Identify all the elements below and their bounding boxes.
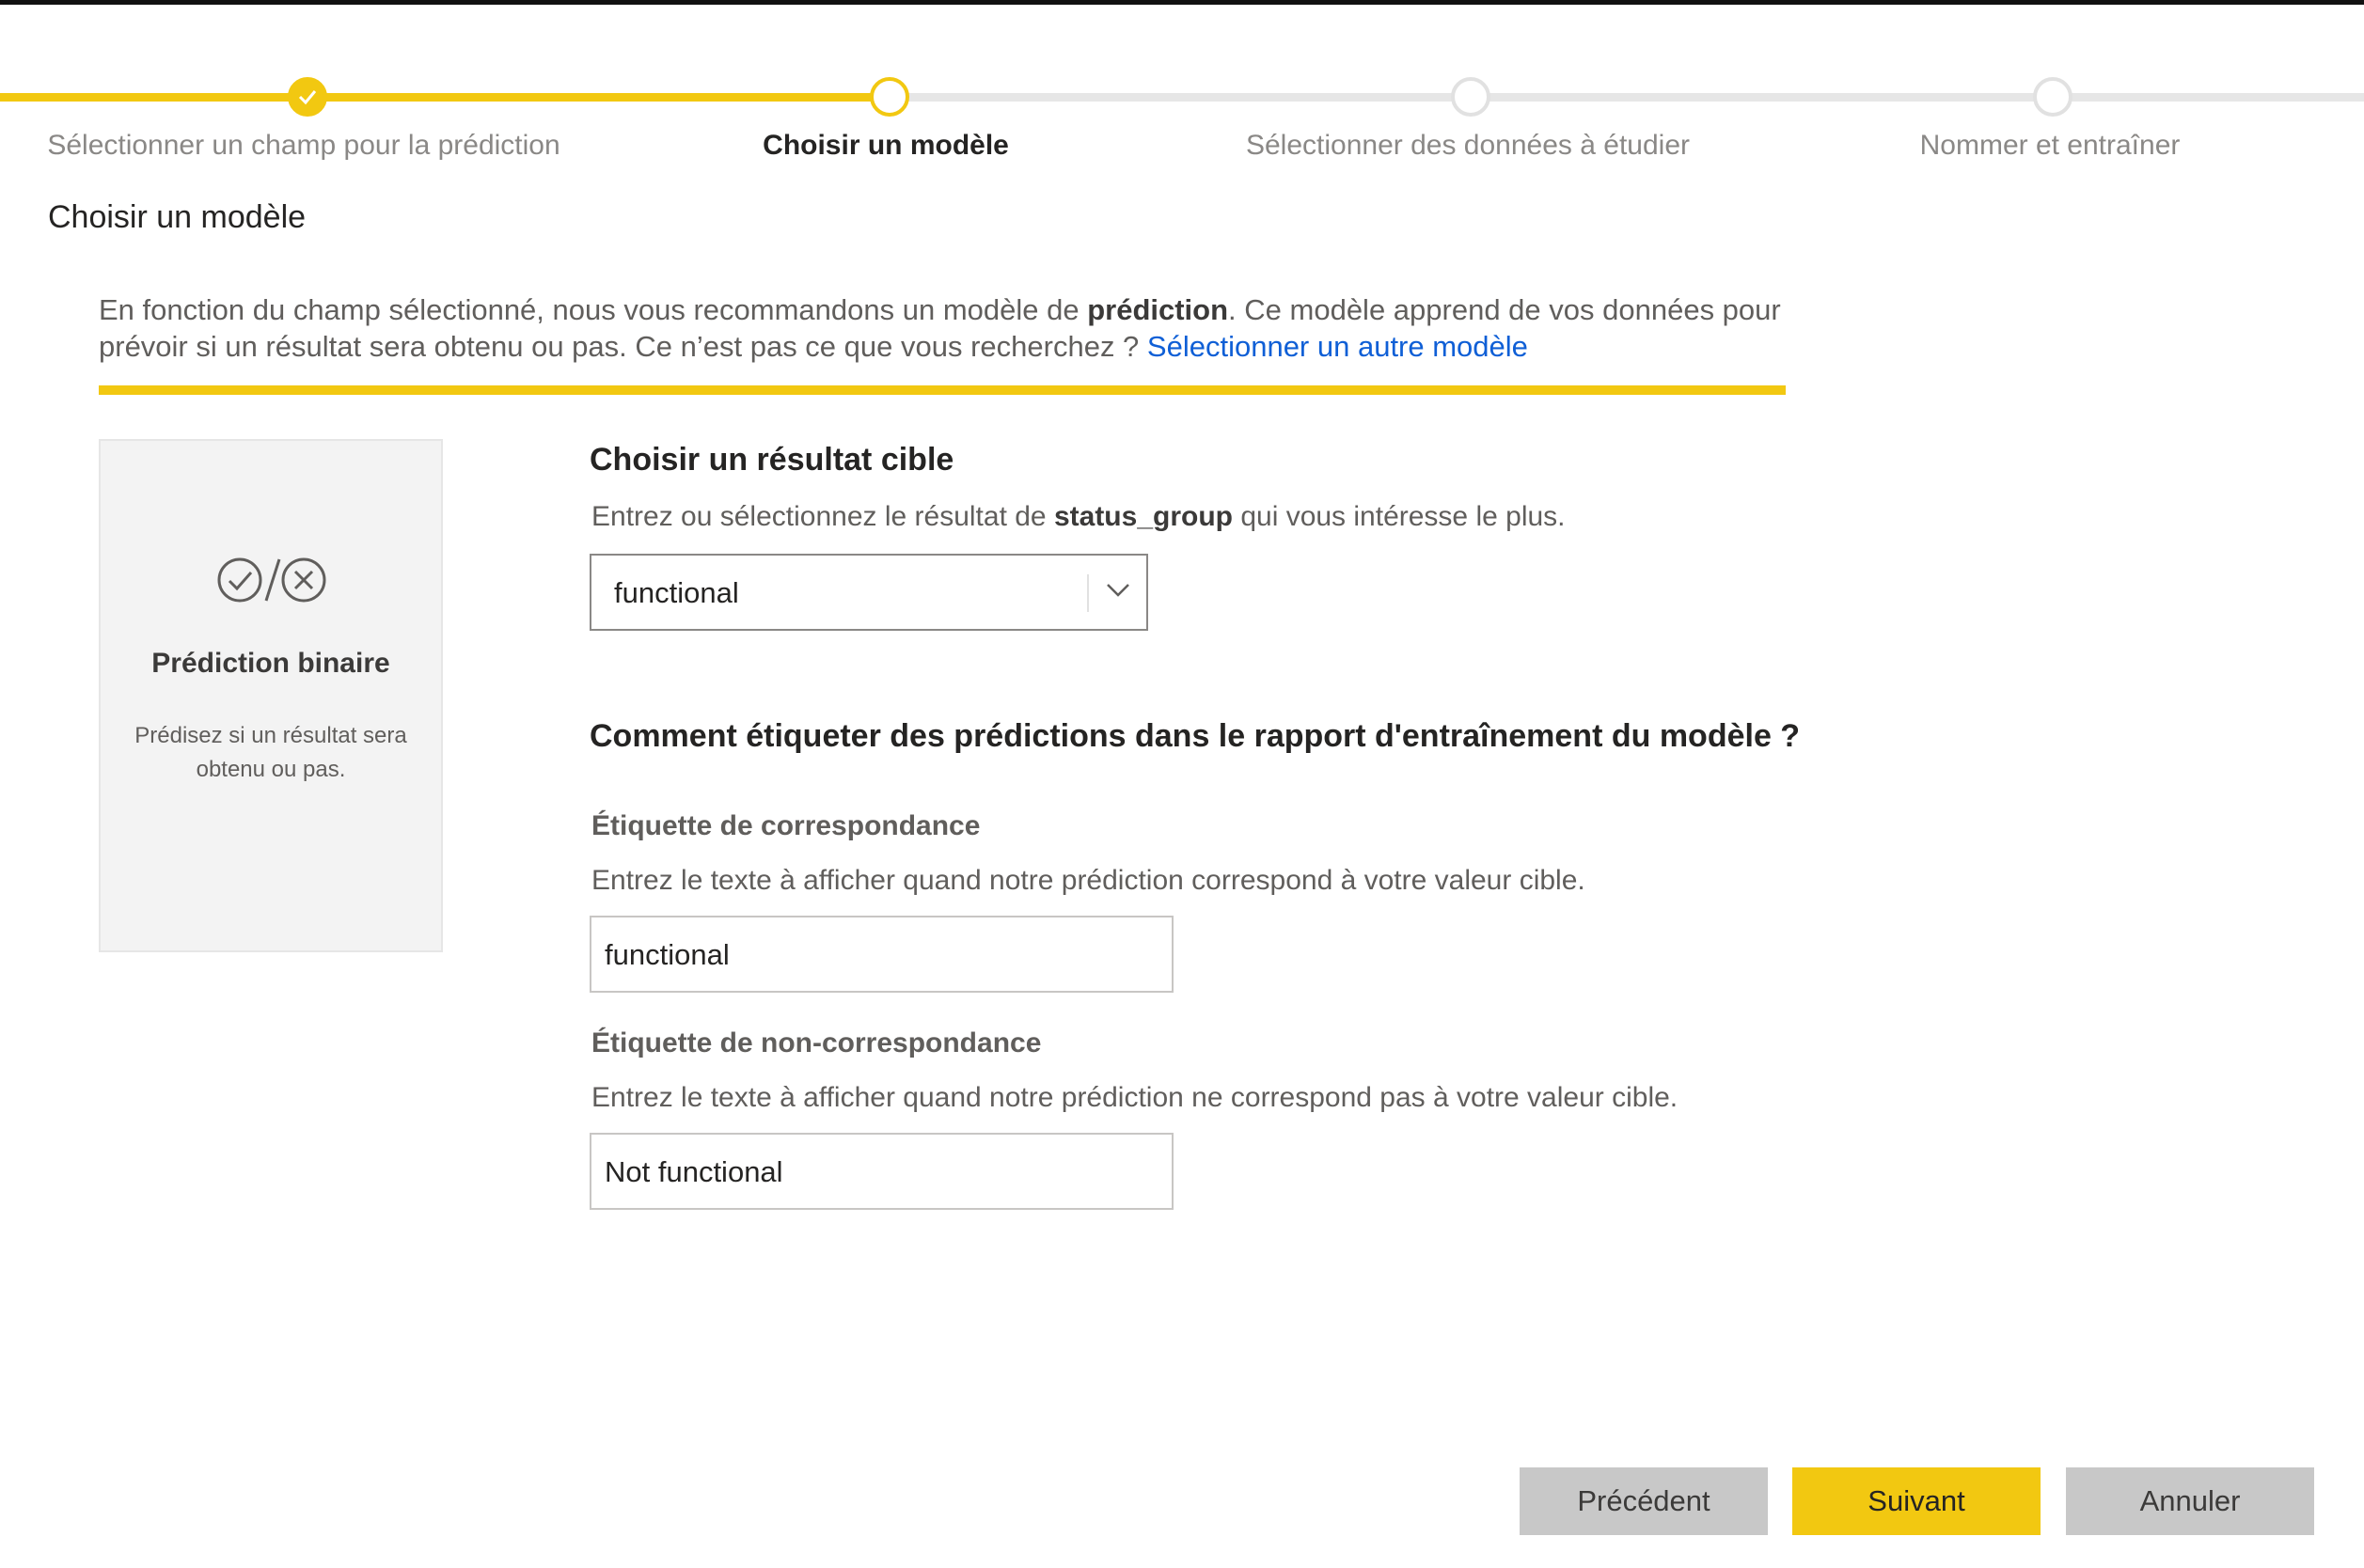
target-hint: Entrez ou sélectionnez le résultat de st… <box>591 501 1566 533</box>
step-2-current-node[interactable] <box>870 77 909 117</box>
cancel-button[interactable]: Annuler <box>2066 1467 2314 1535</box>
stepper-track-completed <box>0 93 890 102</box>
page-title: Choisir un modèle <box>48 199 307 235</box>
step-1-completed-node[interactable] <box>288 77 327 117</box>
nomatch-label-hint: Entrez le texte à afficher quand notre p… <box>591 1082 1678 1113</box>
step-1-label[interactable]: Sélectionner un champ pour la prédiction <box>47 130 559 162</box>
target-outcome-value: functional <box>614 576 739 609</box>
step-4-label[interactable]: Nommer et entraîner <box>1920 130 2181 162</box>
match-label-heading: Étiquette de correspondance <box>591 810 981 841</box>
dropdown-separator <box>1087 574 1089 612</box>
target-hint-after: qui vous intéresse le plus. <box>1232 501 1566 532</box>
previous-button[interactable]: Précédent <box>1520 1467 1768 1535</box>
target-section-title: Choisir un résultat cible <box>590 442 954 478</box>
nomatch-label-value: Not functional <box>605 1155 783 1188</box>
nomatch-label-heading: Étiquette de non-correspondance <box>591 1027 1042 1058</box>
window-top-border <box>0 0 2364 5</box>
chevron-down-icon[interactable] <box>1105 581 1131 600</box>
check-slash-cross-icon <box>217 557 326 603</box>
match-label-input[interactable]: functional <box>590 916 1174 993</box>
checkmark-icon <box>298 90 317 105</box>
model-card-description: Prédisez si un résultat sera obtenu ou p… <box>134 723 407 782</box>
target-hint-bold: status_group <box>1053 501 1233 532</box>
intro-text-bold: prédiction <box>1087 293 1229 326</box>
labels-section-title: Comment étiqueter des prédictions dans l… <box>590 718 1801 754</box>
step-3-label[interactable]: Sélectionner des données à étudier <box>1246 130 1690 162</box>
wizard-stepper: Sélectionner un champ pour la prédiction… <box>0 66 2364 188</box>
select-other-model-link[interactable]: Sélectionner un autre modèle <box>1147 330 1528 363</box>
model-card-binary-prediction[interactable]: Prédiction binaire Prédisez si un résult… <box>99 439 443 952</box>
intro-text: En fonction du champ sélectionné, nous v… <box>99 291 1791 365</box>
stepper-track-remaining <box>890 93 2364 102</box>
target-outcome-dropdown[interactable]: functional <box>590 554 1148 631</box>
next-button[interactable]: Suivant <box>1792 1467 2041 1535</box>
match-label-value: functional <box>605 938 730 971</box>
step-2-label[interactable]: Choisir un modèle <box>763 130 1009 162</box>
step-4-node[interactable] <box>2033 77 2072 117</box>
target-hint-before: Entrez ou sélectionnez le résultat de <box>591 501 1054 532</box>
step-3-node[interactable] <box>1451 77 1490 117</box>
nomatch-label-input[interactable]: Not functional <box>590 1133 1174 1210</box>
intro-text-before: En fonction du champ sélectionné, nous v… <box>99 293 1088 326</box>
intro-accent-bar <box>99 385 1786 395</box>
model-card-title: Prédiction binaire <box>151 648 390 679</box>
match-label-hint: Entrez le texte à afficher quand notre p… <box>591 865 1585 896</box>
